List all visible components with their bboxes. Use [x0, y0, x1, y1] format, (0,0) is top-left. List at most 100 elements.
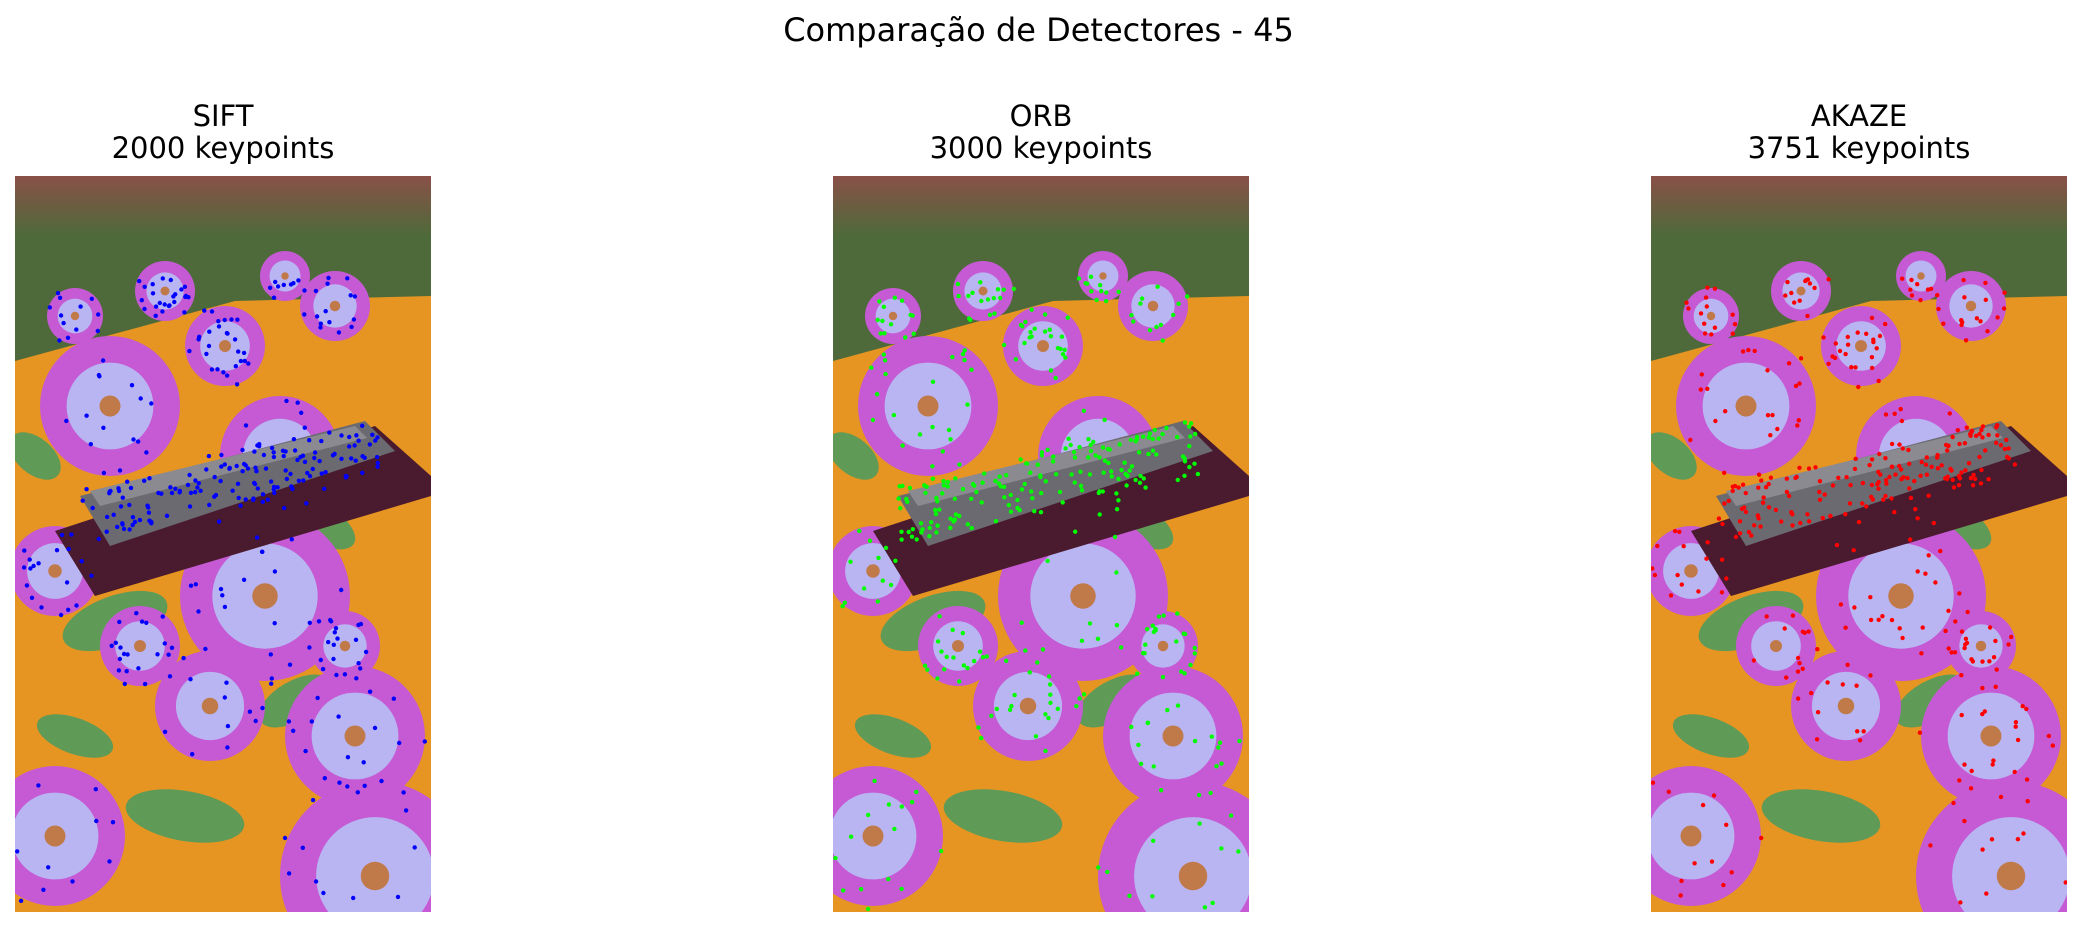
keypoint-marker: [1907, 486, 1912, 491]
keypoint-marker: [1001, 484, 1007, 490]
keypoint-marker: [333, 626, 339, 631]
keypoint-marker: [1055, 345, 1061, 351]
keypoint-marker: [2050, 743, 2055, 748]
keypoint-marker: [2024, 706, 2029, 712]
keypoint-marker: [1919, 651, 1924, 656]
keypoint-marker: [1843, 512, 1848, 517]
keypoint-marker: [1830, 483, 1836, 488]
keypoint-marker: [979, 735, 984, 741]
keypoint-marker: [2012, 769, 2017, 775]
keypoint-marker: [391, 696, 396, 701]
keypoint-marker: [375, 464, 380, 469]
keypoint-marker: [47, 305, 52, 310]
keypoint-marker: [1147, 431, 1153, 436]
keypoint-marker: [196, 337, 201, 342]
keypoint-marker: [1702, 331, 1708, 336]
keypoint-marker: [1721, 882, 1726, 888]
keypoint-marker: [1139, 296, 1145, 301]
keypoint-marker: [135, 439, 141, 444]
keypoint-marker: [1175, 477, 1180, 483]
keypoint-marker: [395, 894, 401, 900]
keypoint-marker: [162, 729, 168, 734]
keypoint-marker: [1019, 487, 1025, 492]
keypoint-marker: [1909, 277, 1914, 283]
keypoint-marker: [1782, 626, 1787, 631]
keypoint-marker: [157, 300, 162, 306]
keypoint-marker: [360, 423, 365, 428]
keypoint-marker: [1889, 617, 1895, 623]
keypoint-marker: [1969, 428, 1975, 434]
keypoint-marker: [1083, 281, 1088, 286]
keypoint-marker: [219, 452, 224, 458]
flower-core: [134, 640, 146, 652]
keypoint-marker: [1773, 507, 1779, 513]
keypoint-marker: [1919, 459, 1924, 465]
keypoint-marker: [904, 496, 909, 502]
keypoint-marker: [325, 281, 330, 286]
keypoint-marker: [1936, 306, 1941, 312]
keypoint-marker: [1789, 510, 1794, 515]
keypoint-marker: [227, 466, 232, 471]
keypoint-marker: [1045, 558, 1050, 564]
keypoint-marker: [903, 335, 908, 340]
keypoint-marker: [1893, 472, 1898, 477]
panel-sift: SIFT 2000 keypoints: [15, 100, 431, 912]
keypoint-marker: [1022, 340, 1027, 346]
keypoint-marker: [891, 412, 897, 418]
flower-core: [360, 861, 390, 891]
keypoint-marker: [1987, 659, 1992, 664]
keypoint-marker: [130, 515, 136, 520]
keypoint-marker: [1027, 670, 1032, 675]
keypoint-marker: [906, 529, 911, 535]
keypoint-marker: [121, 526, 127, 532]
keypoint-marker: [173, 486, 178, 491]
keypoint-marker: [1705, 386, 1710, 391]
keypoint-marker: [207, 329, 212, 334]
keypoint-marker: [1889, 496, 1894, 501]
keypoint-marker: [875, 317, 880, 323]
keypoint-marker: [1897, 442, 1902, 447]
keypoint-marker: [96, 312, 101, 317]
keypoint-marker: [1045, 447, 1050, 452]
keypoint-marker: [164, 513, 170, 518]
keypoint-marker: [1989, 837, 1995, 842]
keypoint-marker: [898, 506, 903, 511]
keypoint-marker: [1786, 361, 1792, 366]
keypoint-marker: [1006, 502, 1011, 508]
keypoint-marker: [137, 517, 143, 523]
keypoint-marker: [260, 492, 266, 497]
keypoint-marker: [876, 555, 881, 561]
keypoint-marker: [1666, 789, 1671, 794]
keypoint-marker: [914, 789, 919, 795]
keypoint-marker: [1116, 289, 1121, 294]
keypoint-marker: [1698, 311, 1704, 316]
keypoint-marker: [221, 370, 226, 375]
keypoint-marker: [142, 681, 148, 687]
keypoint-marker: [1133, 477, 1138, 483]
keypoint-marker: [153, 313, 158, 318]
keypoint-marker: [307, 620, 312, 625]
keypoint-marker: [1039, 450, 1045, 455]
keypoint-marker: [291, 728, 296, 733]
keypoint-marker: [243, 497, 248, 502]
keypoint-marker: [1129, 464, 1135, 469]
keypoint-marker: [1046, 715, 1051, 721]
keypoint-marker: [1864, 331, 1869, 336]
keypoint-marker: [1726, 498, 1731, 504]
keypoint-marker: [318, 657, 323, 663]
keypoint-marker: [1869, 315, 1875, 321]
keypoint-marker: [1980, 435, 1985, 440]
keypoint-marker: [1093, 453, 1098, 458]
keypoint-marker: [339, 587, 344, 593]
keypoint-marker: [196, 609, 201, 614]
keypoint-marker: [370, 432, 375, 437]
keypoint-marker: [1955, 428, 1960, 433]
keypoint-marker: [271, 487, 276, 492]
keypoint-marker: [1959, 470, 1964, 475]
keypoint-marker: [1709, 332, 1714, 337]
keypoint-marker: [1766, 505, 1772, 510]
keypoint-marker: [95, 328, 101, 334]
keypoint-marker: [1051, 454, 1056, 459]
flower-core: [1917, 272, 1925, 280]
keypoint-marker: [240, 469, 245, 474]
